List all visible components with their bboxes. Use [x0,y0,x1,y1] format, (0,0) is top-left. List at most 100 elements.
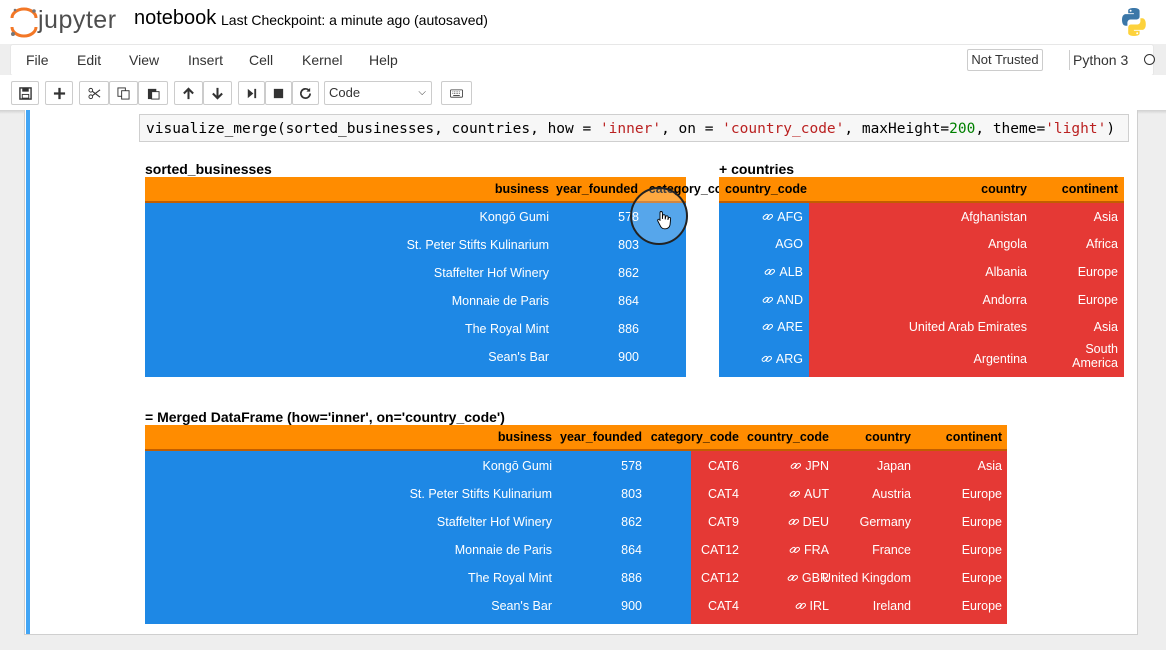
merged-cell: Europe [961,543,1002,557]
link-icon [762,296,773,303]
right-cell: Europe [1077,293,1118,307]
left-cell: Staffelter Hof Winery [433,266,549,280]
stop-icon [273,88,284,98]
chevron-down-icon: ⌵ [418,87,426,98]
right-cell: Asia [1093,320,1118,334]
run-button[interactable] [238,81,265,105]
cell-type-select[interactable]: Code ⌵ [324,81,432,105]
menu-file[interactable]: File [26,52,49,68]
restart-icon [300,87,311,99]
menu-view[interactable]: View [129,52,159,68]
menu-insert[interactable]: Insert [188,52,223,68]
notebook-header: jupyter notebook Last Checkpoint: a minu… [0,0,1166,44]
merged-cell: CAT12 [701,543,739,557]
toolbar: Code ⌵ [0,75,1166,111]
merged-left-columns [145,451,691,624]
cut-button[interactable] [79,81,109,105]
right-cell: Africa [1086,237,1118,251]
right-cell: Asia [1093,210,1118,224]
keyboard-icon [450,88,463,98]
merged-cell: Japan [876,459,911,473]
code-literal: 200 [949,121,976,137]
move-down-icon [212,87,223,100]
paste-icon [147,88,160,100]
code-literal: 'light' [1045,121,1107,137]
kernel-idle-icon [1144,54,1155,65]
command-palette-button[interactable] [441,81,472,105]
merged-cell: Europe [961,571,1002,585]
column-header-country-code[interactable]: country_code [725,177,807,201]
interrupt-button[interactable] [265,81,292,105]
merged-cell: United Kingdom [822,571,911,585]
code-text: visualize_merge(sorted_businesses, count… [146,121,600,137]
merged-cell: Asia [977,459,1002,473]
right-cell: Albania [985,265,1027,279]
merged-cell: 886 [621,571,642,585]
menu-help[interactable]: Help [369,52,398,68]
column-header-country[interactable]: country [981,177,1027,201]
left-cell: Kongō Gumi [479,210,549,224]
code-cell-input[interactable]: visualize_merge(sorted_businesses, count… [139,114,1129,142]
merged-cell: CAT12 [701,571,739,585]
notebook-name[interactable]: notebook [134,7,216,30]
restart-button[interactable] [292,81,319,105]
left-cell: 900 [618,350,639,364]
column-header-category-code[interactable]: category_code [651,425,739,449]
copy-button[interactable] [109,81,138,105]
right-cell: ARG [761,347,803,371]
link-icon [787,574,798,581]
column-header-business[interactable]: business [495,177,549,201]
menu-cell[interactable]: Cell [249,52,273,68]
left-table-body [145,203,686,377]
kernel-name[interactable]: Python 3 [1073,52,1128,68]
save-button[interactable] [11,81,39,105]
column-header-country-code[interactable]: country_code [747,425,829,449]
right-table-title: + countries [719,161,795,177]
right-cell: Angola [988,237,1027,251]
code-literal: 'inner' [599,121,662,137]
run-icon [247,88,257,98]
left-cell: Monnaie de Paris [451,294,549,308]
merged-cell: 900 [621,599,642,613]
right-cell: Argentina [973,352,1027,366]
code-literal: 'country_code' [722,121,845,137]
merged-cell: FRA [789,538,829,562]
merged-cell: 803 [621,487,642,501]
insert-cell-button[interactable] [45,81,73,105]
column-header-continent[interactable]: continent [946,425,1002,449]
selected-cell-indicator [26,110,30,634]
menu-kernel[interactable]: Kernel [302,52,342,68]
left-cell: St. Peter Stifts Kulinarium [406,238,549,252]
merged-dataframe: business year_founded category_code country… [145,425,1007,624]
move-down-button[interactable] [203,81,232,105]
left-cell: 803 [618,238,639,252]
merged-cell: CAT6 [707,459,739,473]
merged-cell: Ireland [872,599,911,613]
merged-cell: JPN [790,454,829,478]
link-icon [761,355,772,362]
column-header-year-founded[interactable]: year_founded [556,177,638,201]
merged-table-title: = Merged DataFrame (how='inner', on='cou… [145,409,505,425]
right-cell: ALB [764,260,803,284]
link-icon [762,213,774,220]
code-text: , on = [661,121,723,137]
right-cell: United Arab Emirates [908,320,1027,334]
right-cell: AFG [762,205,803,229]
column-header-continent[interactable]: continent [1062,177,1118,201]
merged-cell: Staffelter Hof Winery [436,515,552,529]
column-header-year-founded[interactable]: year_founded [560,425,642,449]
link-icon [762,323,774,330]
column-header-country[interactable]: country [865,425,911,449]
merged-cell: Europe [961,515,1002,529]
menu-edit[interactable]: Edit [77,52,101,68]
link-icon [795,602,806,609]
copy-icon [117,86,130,100]
trust-button[interactable]: Not Trusted [967,49,1043,71]
move-up-button[interactable] [174,81,203,105]
left-cell: Sean's Bar [488,350,549,364]
merged-cell: Austria [872,487,911,501]
column-header-business[interactable]: business [498,425,552,449]
link-icon [764,268,776,275]
left-cell: 886 [618,322,639,336]
paste-button[interactable] [138,81,168,105]
